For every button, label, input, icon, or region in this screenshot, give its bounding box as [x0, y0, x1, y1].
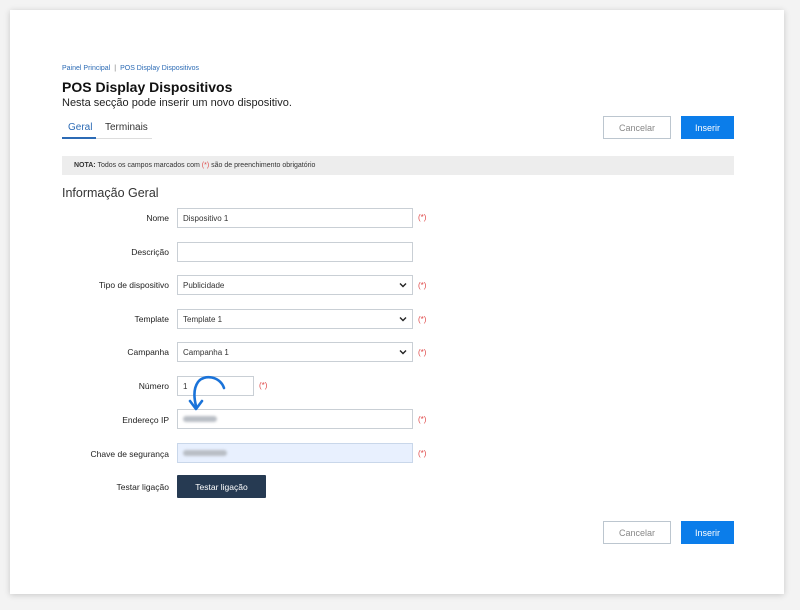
template-selected-value: Template 1 — [183, 314, 223, 324]
breadcrumb-separator: | — [114, 65, 117, 72]
required-note: NOTA: Todos os campos marcados com (*) s… — [62, 156, 734, 175]
chave-label: Chave de segurança — [90, 449, 169, 459]
tipo-select[interactable]: Publicidade — [177, 275, 413, 295]
active-tab-indicator — [62, 137, 96, 139]
chevron-down-icon — [399, 317, 407, 322]
numero-label: Número — [138, 381, 169, 391]
tipo-required-marker: (*) — [418, 281, 427, 290]
chevron-down-icon — [399, 350, 407, 355]
endereco-ip-label: Endereço IP — [122, 415, 169, 425]
tab-bar: Geral Terminais — [62, 120, 152, 139]
page-title: POS Display Dispositivos — [62, 79, 233, 95]
endereco-ip-blurred-value — [183, 416, 217, 422]
campanha-required-marker: (*) — [418, 348, 427, 357]
chevron-down-icon — [399, 283, 407, 288]
insert-button-top[interactable]: Inserir — [681, 116, 734, 139]
chave-required-marker: (*) — [418, 449, 427, 458]
tab-geral[interactable]: Geral — [68, 122, 92, 133]
nome-value: Dispositivo 1 — [183, 213, 229, 223]
template-label: Template — [134, 314, 170, 324]
tipo-label: Tipo de dispositivo — [98, 280, 169, 290]
section-title: Informação Geral — [62, 186, 159, 200]
template-required-marker: (*) — [418, 315, 427, 324]
note-text-before: Todos os campos marcados com — [97, 162, 200, 169]
breadcrumb: Painel Principal | POS Display Dispositivo… — [62, 65, 199, 72]
form-card: Painel Principal | POS Display Dispositivo… — [10, 10, 784, 594]
descricao-input[interactable] — [177, 242, 413, 262]
page-subtitle: Nesta secção pode inserir um novo dispos… — [62, 97, 292, 109]
nome-required-marker: (*) — [418, 213, 427, 222]
campanha-selected-value: Campanha 1 — [183, 347, 229, 357]
campanha-select[interactable]: Campanha 1 — [177, 342, 413, 362]
descricao-label: Descrição — [131, 247, 169, 257]
breadcrumb-home-link[interactable]: Painel Principal — [62, 65, 110, 72]
cancel-button-bottom[interactable]: Cancelar — [603, 521, 671, 544]
testar-ligacao-button[interactable]: Testar ligação — [177, 475, 266, 498]
nome-input[interactable]: Dispositivo 1 — [177, 208, 413, 228]
breadcrumb-current-link[interactable]: POS Display Dispositivos — [120, 65, 199, 72]
insert-button-bottom[interactable]: Inserir — [681, 521, 734, 544]
testar-label: Testar ligação — [116, 482, 169, 492]
cancel-button-top[interactable]: Cancelar — [603, 116, 671, 139]
curved-arrow-icon — [188, 375, 226, 411]
note-text-after: são de preenchimento obrigatório — [211, 162, 316, 169]
note-required-marker: (*) — [201, 162, 210, 169]
tipo-selected-value: Publicidade — [183, 280, 225, 290]
endereco-ip-required-marker: (*) — [418, 415, 427, 424]
chave-blurred-value — [183, 450, 227, 456]
numero-required-marker: (*) — [259, 381, 268, 390]
campanha-label: Campanha — [127, 347, 169, 357]
template-select[interactable]: Template 1 — [177, 309, 413, 329]
chave-input[interactable] — [177, 443, 413, 463]
note-prefix: NOTA: — [74, 162, 96, 169]
nome-label: Nome — [146, 213, 169, 223]
tab-terminais[interactable]: Terminais — [105, 122, 148, 133]
